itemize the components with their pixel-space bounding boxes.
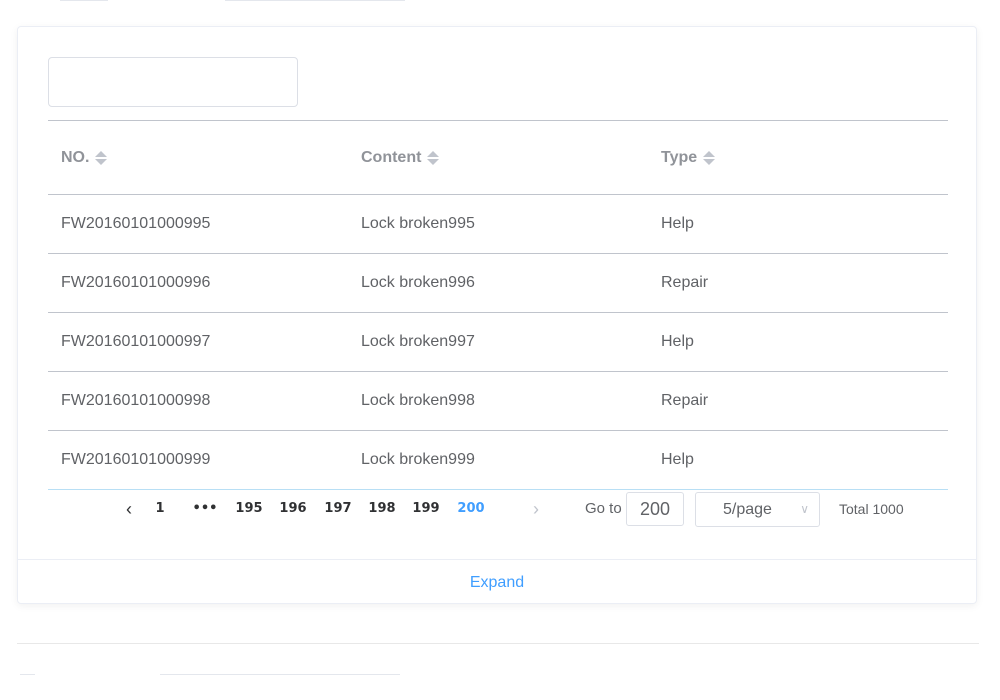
column-header-type[interactable]: Type [648, 121, 948, 194]
expand-link[interactable]: Expand [18, 560, 976, 605]
cell-content: Lock broken999 [361, 451, 475, 468]
top-stub [60, 0, 108, 1]
cell-no: FW20160101000995 [61, 215, 211, 232]
page-size-value: 5/page [723, 501, 772, 518]
goto-page-input[interactable] [626, 492, 684, 526]
column-header-content[interactable]: Content [348, 121, 648, 194]
bottom-stub [20, 674, 35, 675]
pagination: ‹ 1 ••• 195 196 197 198 199 200 › Go to … [48, 489, 948, 529]
bottom-remnants [0, 674, 1000, 700]
chevron-down-icon: ∨ [800, 502, 809, 516]
table-row[interactable]: FW20160101000997 Lock broken997 Help [48, 313, 948, 372]
cell-type: Help [661, 333, 694, 350]
page-size-select[interactable]: 5/page ∨ [695, 492, 820, 527]
cell-content: Lock broken997 [361, 333, 475, 350]
table-row[interactable]: FW20160101000998 Lock broken998 Repair [48, 372, 948, 431]
sort-caret-icon[interactable] [703, 150, 716, 165]
page-number[interactable]: 197 [318, 489, 358, 529]
cell-type: Help [661, 451, 694, 468]
page-ellipsis-more-icon[interactable]: ••• [185, 489, 225, 529]
top-remnants [0, 0, 1000, 4]
table-row[interactable]: FW20160101000996 Lock broken996 Repair [48, 254, 948, 313]
cell-no: FW20160101000997 [61, 333, 211, 350]
cell-no: FW20160101000998 [61, 392, 211, 409]
column-label: Type [661, 148, 698, 166]
next-page-chevron-icon[interactable]: › [521, 489, 551, 529]
column-label: Content [361, 148, 422, 166]
cell-type: Repair [661, 274, 709, 291]
data-table: NO. Content Type FW20160101000995 Lock b… [48, 120, 948, 490]
page-number[interactable]: 196 [273, 489, 313, 529]
cell-no: FW20160101000996 [61, 274, 211, 291]
column-header-no[interactable]: NO. [48, 121, 348, 194]
card-footer: Expand [18, 559, 976, 605]
cell-content: Lock broken996 [361, 274, 475, 291]
page-number-first[interactable]: 1 [140, 489, 180, 529]
cell-content: Lock broken995 [361, 215, 475, 232]
bottom-stub [160, 674, 400, 675]
search-input[interactable] [48, 57, 298, 107]
page-number[interactable]: 195 [229, 489, 269, 529]
cell-no: FW20160101000999 [61, 451, 211, 468]
table-header: NO. Content Type [48, 121, 948, 195]
column-label: NO. [61, 148, 90, 166]
divider [17, 643, 979, 644]
table-row[interactable]: FW20160101000995 Lock broken995 Help [48, 195, 948, 254]
sort-caret-icon[interactable] [95, 150, 108, 165]
page-number[interactable]: 199 [406, 489, 446, 529]
cell-type: Help [661, 215, 694, 232]
page-number[interactable]: 198 [362, 489, 402, 529]
total-count: Total 1000 [839, 501, 904, 517]
table-row[interactable]: FW20160101000999 Lock broken999 Help [48, 431, 948, 490]
top-stub [225, 0, 405, 1]
table-card: NO. Content Type FW20160101000995 Lock b… [17, 26, 977, 604]
page-number-current[interactable]: 200 [451, 489, 491, 529]
cell-content: Lock broken998 [361, 392, 475, 409]
goto-label: Go to [585, 500, 622, 517]
sort-caret-icon[interactable] [427, 150, 440, 165]
cell-type: Repair [661, 392, 709, 409]
